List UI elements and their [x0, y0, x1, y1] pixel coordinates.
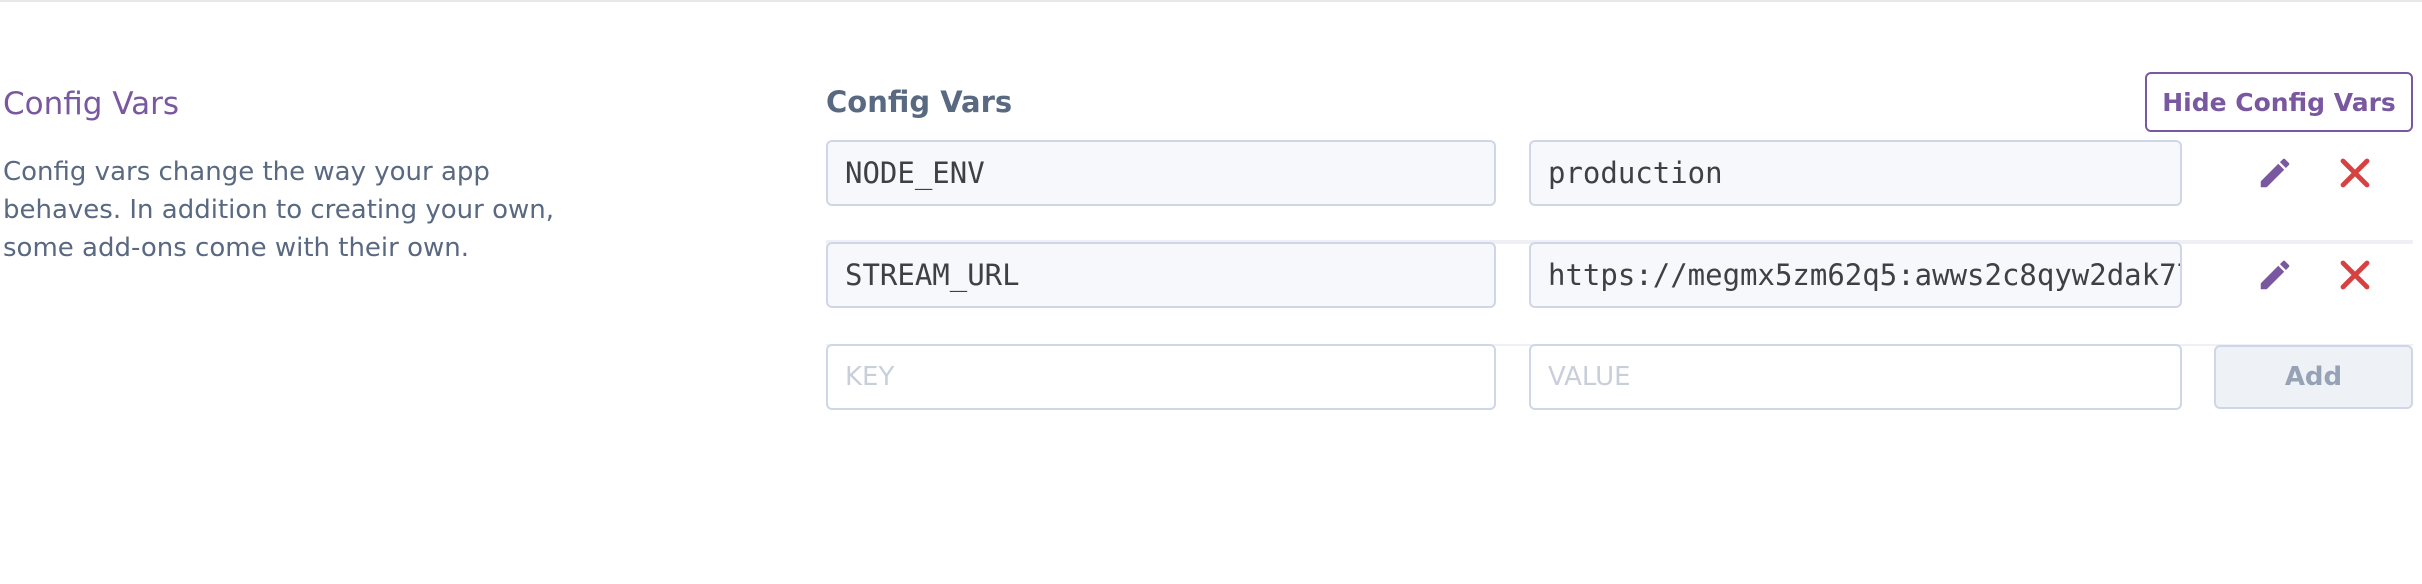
config-vars-panel: Config Vars Hide Config Vars NODE_ENV pr…: [826, 70, 2413, 410]
top-divider: [0, 0, 2422, 2]
section-title: Config Vars: [3, 86, 180, 122]
new-config-var-row: KEY VALUE Add: [826, 274, 2413, 444]
section-info: Config Vars Config vars change the way y…: [3, 80, 603, 267]
new-key-input[interactable]: KEY: [826, 344, 1496, 410]
add-config-var-button[interactable]: Add: [2214, 345, 2413, 409]
section-description: Config vars change the way your app beha…: [3, 157, 555, 263]
new-value-input[interactable]: VALUE: [1529, 344, 2182, 410]
